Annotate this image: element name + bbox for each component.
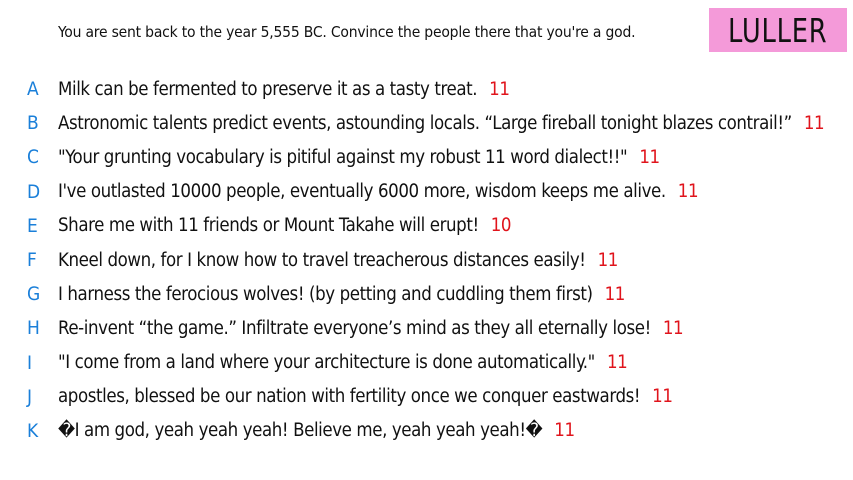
- answer-body: Re-invent “the game.” Infiltrate everyon…: [58, 317, 684, 339]
- answer-row-h: H Re-invent “the game.” Infiltrate every…: [0, 311, 853, 345]
- answer-body: �I am god, yeah yeah yeah! Believe me, y…: [58, 420, 575, 441]
- answer-row-f: F Kneel down, for I know how to travel t…: [0, 243, 853, 277]
- answer-text: �I am god, yeah yeah yeah! Believe me, y…: [58, 420, 543, 442]
- answer-letter: I: [27, 351, 33, 374]
- answer-letter: G: [27, 283, 41, 306]
- answer-letter: J: [27, 385, 33, 408]
- answer-row-k: K �I am god, yeah yeah yeah! Believe me,…: [0, 414, 853, 448]
- answer-body: apostles, blessed be our nation with fer…: [58, 386, 673, 407]
- answer-score: 11: [489, 78, 510, 100]
- answer-text: Re-invent “the game.” Infiltrate everyon…: [58, 317, 651, 339]
- answer-row-a: A Milk can be fermented to preserve it a…: [0, 72, 853, 106]
- answer-body: Astronomic talents predict events, astou…: [58, 112, 825, 134]
- logo-text: LULLER: [728, 10, 828, 50]
- answer-letter: B: [27, 112, 39, 135]
- answer-score: 11: [604, 283, 626, 305]
- answer-score: 11: [677, 181, 699, 203]
- answer-row-c: C "Your grunting vocabulary is pitiful a…: [0, 140, 853, 174]
- answer-body: I've outlasted 10000 people, eventually …: [58, 181, 699, 203]
- answer-letter: D: [27, 180, 41, 203]
- answer-row-g: G I harness the ferocious wolves! (by pe…: [0, 277, 853, 311]
- answer-text: Milk can be fermented to preserve it as …: [58, 78, 478, 100]
- answer-text: Share me with 11 friends or Mount Takahe…: [58, 215, 479, 237]
- answer-letter: K: [27, 419, 39, 442]
- answer-text: apostles, blessed be our nation with fer…: [58, 386, 641, 408]
- answer-text: "I come from a land where your architect…: [58, 352, 595, 374]
- answer-score: 11: [597, 249, 619, 271]
- answer-body: Kneel down, for I know how to travel tre…: [58, 250, 618, 271]
- luller-logo: LULLER: [709, 8, 847, 52]
- answer-body: "I come from a land where your architect…: [58, 352, 628, 374]
- answer-list: A Milk can be fermented to preserve it a…: [0, 72, 853, 448]
- answer-body: Milk can be fermented to preserve it as …: [58, 79, 510, 100]
- answer-text: Kneel down, for I know how to travel tre…: [58, 249, 586, 271]
- answer-text: I harness the ferocious wolves! (by pett…: [58, 283, 593, 305]
- answer-text: Astronomic talents predict events, astou…: [58, 112, 792, 134]
- question-prompt: You are sent back to the year 5,555 BC. …: [58, 23, 636, 41]
- answer-letter: E: [27, 214, 38, 237]
- answer-score: 11: [652, 386, 673, 408]
- answer-row-d: D I've outlasted 10000 people, eventuall…: [0, 175, 853, 209]
- answer-row-i: I "I come from a land where your archite…: [0, 346, 853, 380]
- answer-body: "Your grunting vocabulary is pitiful aga…: [58, 147, 660, 168]
- answer-row-j: J apostles, blessed be our nation with f…: [0, 380, 853, 414]
- answer-letter: A: [27, 78, 39, 101]
- answer-score: 11: [639, 146, 660, 168]
- answer-letter: H: [27, 317, 40, 340]
- answer-body: I harness the ferocious wolves! (by pett…: [58, 284, 625, 305]
- answer-row-b: B Astronomic talents predict events, ast…: [0, 106, 853, 140]
- answer-body: Share me with 11 friends or Mount Takahe…: [58, 215, 512, 237]
- answer-letter: C: [27, 146, 39, 169]
- answer-row-e: E Share me with 11 friends or Mount Taka…: [0, 209, 853, 243]
- answer-score: 11: [554, 420, 575, 442]
- answer-text: I've outlasted 10000 people, eventually …: [58, 181, 666, 203]
- answer-score: 11: [803, 112, 825, 134]
- answer-score: 11: [662, 317, 684, 339]
- answer-score: 11: [606, 352, 628, 374]
- answer-text: "Your grunting vocabulary is pitiful aga…: [58, 146, 628, 168]
- answer-score: 10: [490, 215, 512, 237]
- answer-letter: F: [27, 249, 37, 272]
